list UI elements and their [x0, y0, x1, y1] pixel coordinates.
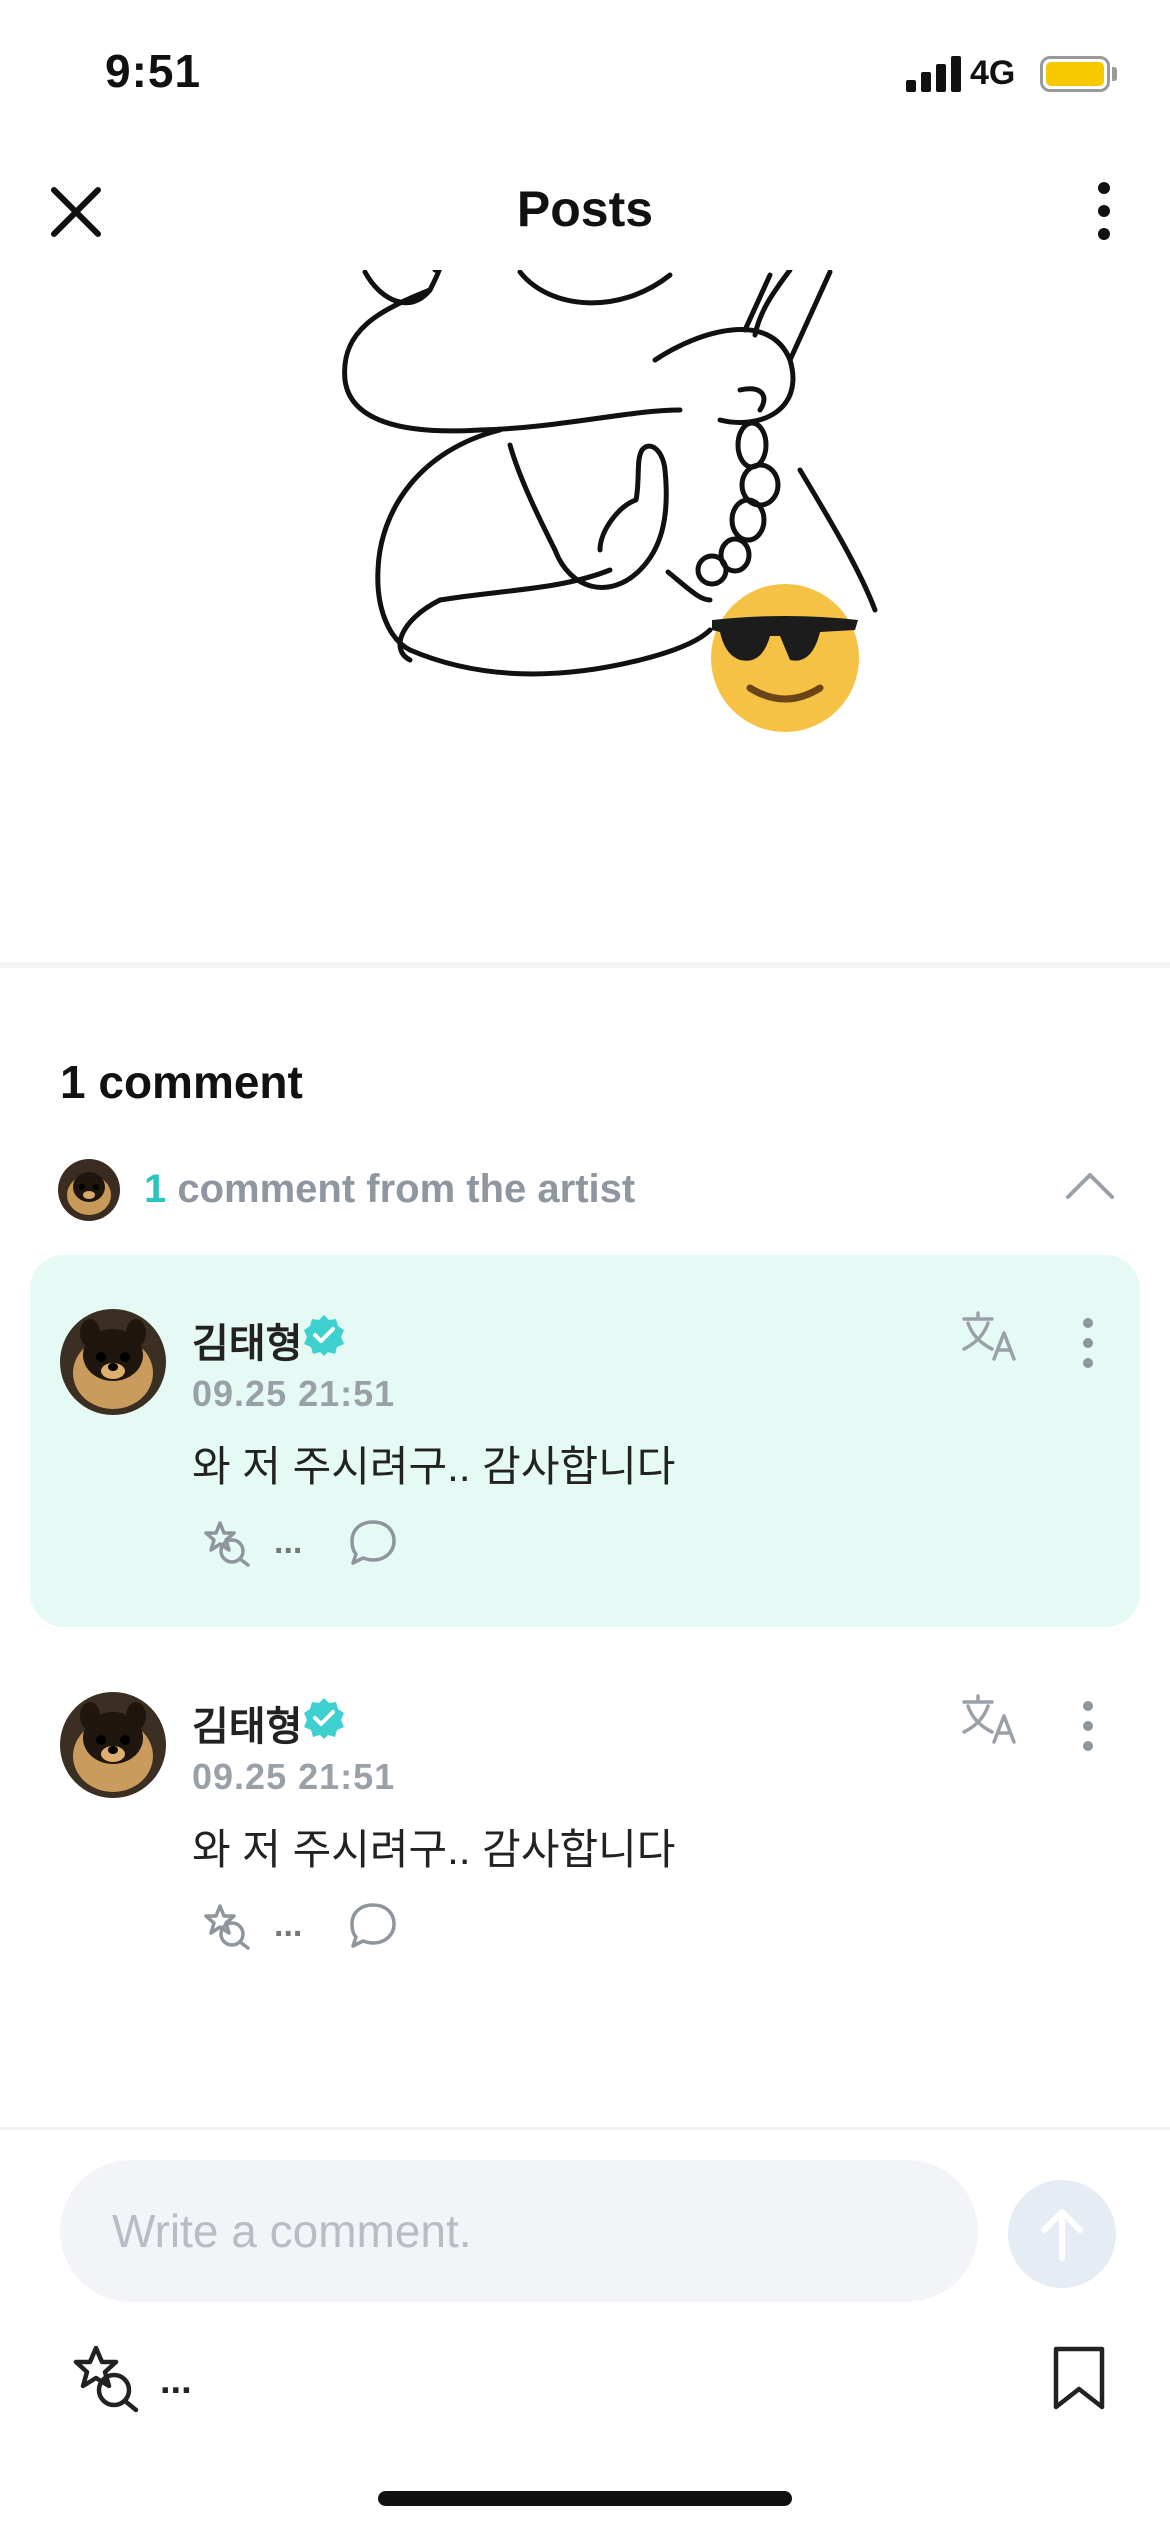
post-image — [0, 263, 1170, 960]
battery-icon — [1040, 56, 1110, 92]
sunglasses-emoji-icon — [711, 584, 859, 732]
avatar — [58, 1159, 120, 1221]
like-icon[interactable] — [198, 1900, 256, 1950]
comment-date: 09.25 21:51 — [192, 1756, 396, 1797]
bookmark-icon[interactable] — [1052, 2345, 1106, 2411]
section-divider — [0, 962, 1170, 968]
page-title: Posts — [516, 181, 654, 237]
composer-divider — [0, 2127, 1170, 2130]
network-type: 4G — [970, 54, 1016, 92]
status-bar: 9:51 4G — [0, 0, 1170, 140]
send-button[interactable] — [1008, 2180, 1116, 2288]
cellular-signal-icon — [906, 56, 962, 92]
battery-tip — [1112, 67, 1117, 81]
comment-count-heading: 1 comment — [60, 1056, 303, 1108]
avatar[interactable] — [60, 1692, 166, 1798]
artist-comments-toggle[interactable]: 1 comment from the artist — [58, 1155, 1118, 1225]
comment-item: 김태형 09.25 21:51 와 저 주시려구.. 감사합니다 ... — [30, 1638, 1140, 2010]
home-indicator — [378, 2491, 792, 2506]
translate-icon[interactable] — [958, 1309, 1022, 1365]
like-count: ... — [274, 1906, 303, 1944]
comment-input[interactable] — [60, 2160, 978, 2302]
like-count: ... — [274, 1523, 303, 1561]
comment-text: 와 저 주시려구.. 감사합니다 — [192, 1443, 676, 1490]
more-vertical-icon[interactable] — [1076, 1315, 1100, 1371]
reply-icon[interactable] — [348, 1900, 398, 1950]
like-count: ... — [160, 2360, 192, 2402]
comment-author[interactable]: 김태형 — [192, 1311, 302, 1369]
like-icon[interactable] — [66, 2342, 146, 2416]
verified-badge-icon — [302, 1313, 346, 1357]
avatar[interactable] — [60, 1309, 166, 1415]
translate-icon[interactable] — [958, 1692, 1022, 1748]
comment-date: 09.25 21:51 — [192, 1373, 396, 1414]
more-vertical-icon[interactable] — [1080, 176, 1128, 246]
artist-comment-text: comment from the artist — [166, 1167, 636, 1211]
more-vertical-icon[interactable] — [1076, 1698, 1100, 1754]
status-time: 9:51 — [105, 45, 202, 97]
verified-badge-icon — [302, 1696, 346, 1740]
like-icon[interactable] — [198, 1517, 256, 1567]
comment-item: 김태형 09.25 21:51 와 저 주시려구.. 감사합니다 ... — [30, 1255, 1140, 1627]
comment-author[interactable]: 김태형 — [192, 1694, 302, 1752]
reply-icon[interactable] — [348, 1517, 398, 1567]
comment-text: 와 저 주시려구.. 감사합니다 — [192, 1826, 676, 1873]
navigation-bar: Posts — [0, 150, 1170, 270]
chevron-up-icon[interactable] — [1064, 1165, 1116, 1205]
artist-comment-count: 1 — [144, 1167, 167, 1211]
artist-comment-label: 1 comment from the artist — [144, 1167, 635, 1212]
